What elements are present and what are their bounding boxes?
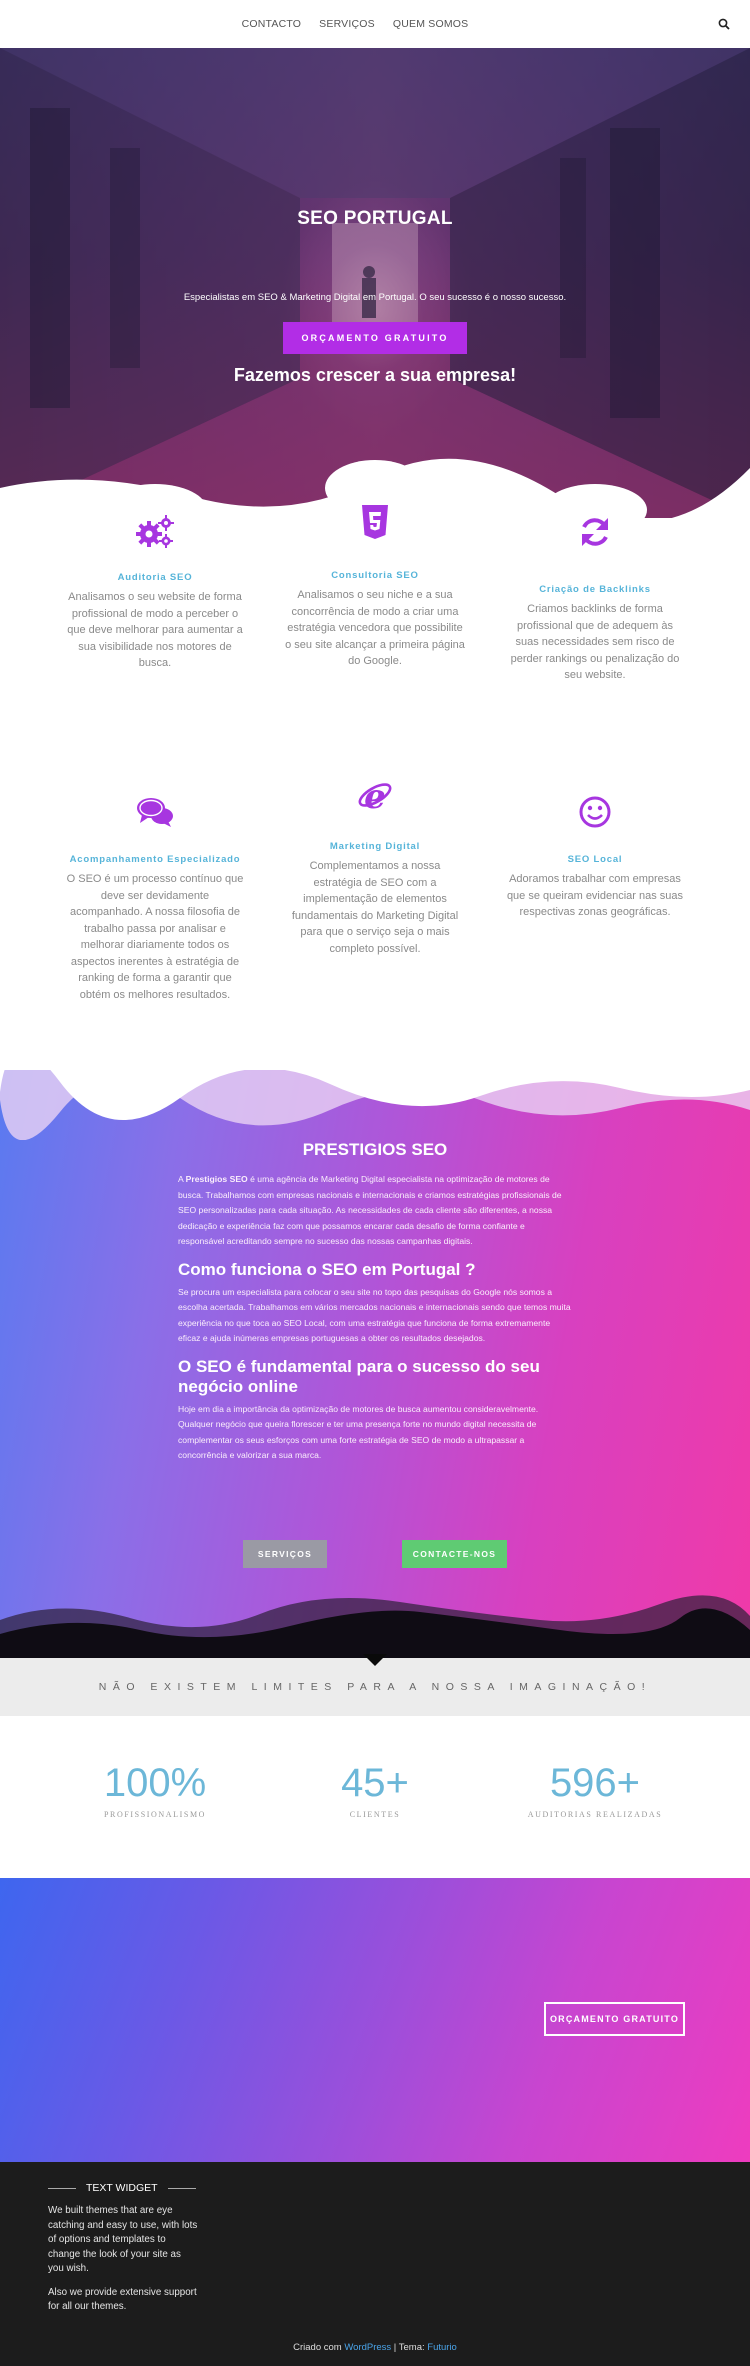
- service-description: Analisamos o seu website de forma profis…: [67, 591, 243, 669]
- stat-label: AUDITORIAS REALIZADAS: [527, 1810, 663, 1819]
- wordpress-link[interactable]: WordPress: [344, 2342, 391, 2353]
- service-title: SEO Local: [567, 854, 623, 865]
- hero-background-image: [0, 48, 750, 518]
- about-paragraph: Hoje em dia a importância da optimização…: [178, 1403, 539, 1461]
- stat-number: 45+: [341, 1761, 409, 1805]
- stat-counter: 100% PROFISSIONALISMO: [55, 1760, 255, 1819]
- nav-menu: CONTACTO SERVIÇOS QUEM SOMOS: [242, 18, 469, 30]
- hero-subtitle: Especialistas em SEO & Marketing Digital…: [183, 292, 567, 303]
- service-title: Criação de Backlinks: [539, 584, 651, 595]
- service-description: O SEO é um processo contínuo que deve se…: [66, 873, 244, 1001]
- footer-credits: Criado com WordPress | Tema: Futurio: [293, 2342, 457, 2353]
- page: { "nav": { "items": [ {"label": "CONTACT…: [0, 0, 750, 2366]
- stat-label: CLIENTES: [349, 1810, 401, 1819]
- service-card: e Marketing Digital Complementamos a nos…: [285, 775, 465, 957]
- stat-label: PROFISSIONALISMO: [103, 1810, 207, 1819]
- gears-icon: [65, 510, 245, 554]
- wave-divider-bottom: [0, 1595, 750, 1660]
- about-paragraph: Se procura um especialista para colocar …: [178, 1286, 571, 1344]
- services-section: Auditoria SEO Analisamos o seu website d…: [0, 470, 750, 1120]
- service-card: Criação de Backlinks Criamos backlinks d…: [505, 510, 685, 684]
- about-section: PRESTIGIOS SEO A Prestigios SEO é uma ag…: [0, 1070, 750, 1660]
- nav-item-contacto[interactable]: CONTACTO: [242, 18, 302, 30]
- stat-number: 596+: [549, 1761, 641, 1805]
- html5-icon: [285, 500, 465, 544]
- service-title: Acompanhamento Especializado: [69, 854, 241, 865]
- top-navigation: CONTACTO SERVIÇOS QUEM SOMOS: [0, 0, 750, 48]
- service-card: Auditoria SEO Analisamos o seu website d…: [65, 510, 245, 672]
- hero-tagline: Fazemos crescer a sua empresa!: [233, 365, 517, 385]
- service-title: Marketing Digital: [329, 841, 421, 852]
- stat-number: 100%: [103, 1761, 207, 1805]
- nav-item-servicos[interactable]: SERVIÇOS: [319, 18, 375, 30]
- contact-button[interactable]: CONTACTE-NOS: [402, 1540, 507, 1568]
- widget-title: TEXT WIDGET: [48, 2182, 198, 2194]
- search-icon[interactable]: [718, 18, 730, 30]
- service-card: Acompanhamento Especializado O SEO é um …: [65, 790, 245, 1003]
- services-button[interactable]: SERVIÇOS: [243, 1540, 327, 1568]
- chat-icon: [65, 790, 245, 834]
- hero-title: SEO PORTUGAL: [297, 208, 453, 229]
- call-to-action-section: ORÇAMENTO GRATUITO: [0, 1878, 750, 2162]
- nav-item-quem-somos[interactable]: QUEM SOMOS: [393, 18, 469, 30]
- widget-paragraph: We built themes that are eye catching an…: [48, 2205, 198, 2274]
- tagline-bar: NÃO EXISTEM LIMITES PARA A NOSSA IMAGINA…: [0, 1658, 750, 1716]
- service-description: Criamos backlinks de forma profissional …: [510, 603, 680, 681]
- stat-counter: 45+ CLIENTES: [275, 1760, 475, 1819]
- service-title: Consultoria SEO: [331, 570, 419, 581]
- free-quote-button[interactable]: ORÇAMENTO GRATUITO: [283, 322, 467, 354]
- about-paragraph: A Prestigios SEO é uma agência de Market…: [178, 1174, 562, 1246]
- about-heading: PRESTIGIOS SEO: [302, 1140, 448, 1159]
- service-description: Adoramos trabalhar com empresas que se q…: [506, 873, 684, 918]
- footer: TEXT WIDGET We built themes that are eye…: [0, 2162, 750, 2366]
- free-quote-outline-button[interactable]: ORÇAMENTO GRATUITO: [544, 2002, 685, 2036]
- stat-counter: 596+ AUDITORIAS REALIZADAS: [495, 1760, 695, 1819]
- widget-paragraph: Also we provide extensive support for al…: [48, 2286, 197, 2313]
- smile-icon: [505, 790, 685, 834]
- about-subheading: O SEO é fundamental para o sucesso do se…: [178, 1356, 540, 1396]
- theme-link[interactable]: Futurio: [427, 2342, 457, 2353]
- refresh-icon: [505, 510, 685, 554]
- service-card: Consultoria SEO Analisamos o seu niche e…: [285, 500, 465, 670]
- service-card: SEO Local Adoramos trabalhar com empresa…: [505, 790, 685, 921]
- about-content: PRESTIGIOS SEO A Prestigios SEO é uma ag…: [178, 1140, 572, 1464]
- about-subheading: Como funciona o SEO em Portugal ?: [178, 1259, 476, 1279]
- service-description: Analisamos o seu niche e a sua concorrên…: [285, 589, 465, 667]
- internet-explorer-icon: e: [285, 775, 465, 819]
- divider-arrow: [363, 1654, 387, 1666]
- service-title: Auditoria SEO: [117, 572, 193, 583]
- wave-divider-top: [0, 1070, 750, 1140]
- hero-section: SEO PORTUGAL Especialistas em SEO & Mark…: [0, 48, 750, 518]
- text-widget: TEXT WIDGET We built themes that are eye…: [48, 2182, 198, 2324]
- service-description: Complementamos a nossa estratégia de SEO…: [291, 860, 459, 955]
